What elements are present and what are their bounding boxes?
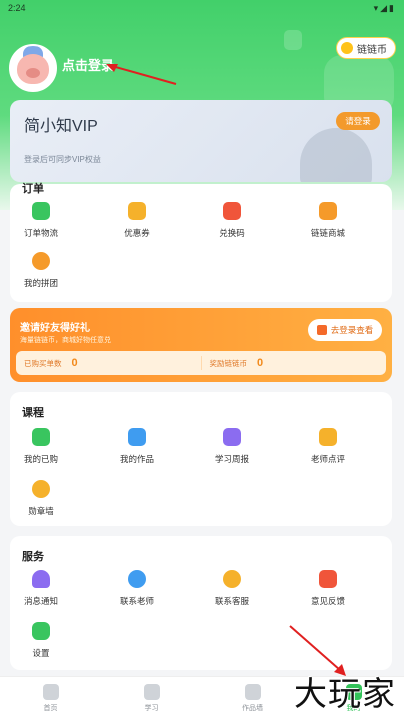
- weekly-report-icon: [223, 428, 241, 446]
- feedback-label: 意见反馈: [310, 596, 345, 606]
- order-logistics-button[interactable]: 订单物流: [6, 202, 76, 239]
- coupon-icon: [128, 202, 146, 220]
- coins-label: 链链币: [357, 44, 387, 56]
- avatar[interactable]: [9, 44, 57, 92]
- customer-service-button[interactable]: 联系客服: [197, 570, 267, 607]
- settings-icon: [32, 622, 50, 640]
- weekly-report-button[interactable]: 学习周报: [197, 428, 267, 465]
- redeem-code-label: 兑换码: [219, 228, 245, 238]
- feedback-button[interactable]: 意见反馈: [293, 570, 363, 607]
- redeem-code-icon: [223, 202, 241, 220]
- tab-gallery-label: 作品墙: [242, 705, 263, 712]
- medal-wall-button[interactable]: 勋章墙: [6, 480, 76, 517]
- gift-icon: [316, 325, 327, 335]
- customer-service-icon: [223, 570, 241, 588]
- study-icon: [143, 684, 160, 700]
- orders-section: 订单 订单物流 优惠券 兑换码 链链商城 我的拼团: [10, 183, 392, 302]
- tab-home[interactable]: 首页: [0, 677, 101, 721]
- watermark: 大玩家: [294, 674, 396, 713]
- status-bar: 2:24 ▾◢▮: [0, 0, 404, 18]
- coin-icon: [341, 42, 353, 54]
- mall-button[interactable]: 链链商城: [293, 202, 363, 239]
- purchased-book-icon: [32, 428, 50, 446]
- redeem-code-button[interactable]: 兑换码: [197, 202, 267, 239]
- orders-title: 订单: [22, 183, 44, 195]
- services-title: 服务: [22, 551, 44, 563]
- tab-home-label: 首页: [43, 705, 58, 712]
- tab-gallery[interactable]: 作品墙: [202, 677, 303, 721]
- group-buy-icon: [32, 252, 50, 270]
- invite-login-button[interactable]: 去登录查看: [308, 319, 382, 341]
- artwork-icon: [128, 428, 146, 446]
- status-icons: ▾◢▮: [373, 3, 396, 13]
- purchased-label: 我的已购: [23, 454, 58, 464]
- teacher-review-label: 老师点评: [310, 454, 345, 464]
- courses-title: 课程: [22, 407, 44, 419]
- group-buy-label: 我的拼团: [23, 278, 58, 288]
- bell-icon: [32, 570, 50, 588]
- medal-icon: [32, 480, 50, 498]
- status-time: 2:24: [8, 3, 26, 13]
- invite-title: 邀请好友得好礼: [20, 323, 90, 334]
- purchases-label: 已购买单数: [24, 358, 62, 368]
- annotation-arrow: [106, 64, 177, 85]
- gallery-icon: [244, 684, 261, 700]
- vip-title: 简小知VIP: [24, 118, 98, 135]
- vip-trophy-icon: [300, 128, 372, 182]
- my-works-button[interactable]: 我的作品: [102, 428, 172, 465]
- courses-section: 课程 我的已购 我的作品 学习周报 老师点评 勋章墙: [10, 392, 392, 526]
- order-logistics-label: 订单物流: [23, 228, 58, 238]
- tab-study[interactable]: 学习: [101, 677, 202, 721]
- avatar-snout: [26, 68, 40, 78]
- purchases-stat: 已购买单数 0: [16, 351, 201, 375]
- home-icon: [42, 684, 59, 700]
- invite-stats: 已购买单数 0 奖励链链币 0: [16, 351, 386, 375]
- teacher-review-button[interactable]: 老师点评: [293, 428, 363, 465]
- settings-label: 设置: [32, 648, 50, 658]
- invite-subtitle: 海量链链币，商城好物任意兑: [20, 337, 111, 344]
- tab-study-label: 学习: [144, 705, 159, 712]
- feedback-icon: [319, 570, 337, 588]
- mall-icon: [319, 202, 337, 220]
- notifications-label: 消息通知: [23, 596, 58, 606]
- notifications-button[interactable]: 消息通知: [6, 570, 76, 607]
- settings-button[interactable]: 设置: [6, 622, 76, 659]
- mall-label: 链链商城: [310, 228, 345, 238]
- teacher-icon: [128, 570, 146, 588]
- vip-subtitle: 登录后可同步VIP权益: [24, 155, 101, 164]
- contact-teacher-button[interactable]: 联系老师: [102, 570, 172, 607]
- vip-login-button[interactable]: 请登录: [336, 112, 380, 130]
- customer-service-label: 联系客服: [214, 596, 249, 606]
- teacher-review-icon: [319, 428, 337, 446]
- invite-banner[interactable]: 邀请好友得好礼 海量链链币，商城好物任意兑 去登录查看 已购买单数 0 奖励链链…: [10, 308, 392, 382]
- decor-shape: [284, 30, 302, 50]
- invite-login-label: 去登录查看: [330, 325, 374, 335]
- medal-wall-label: 勋章墙: [28, 506, 54, 516]
- reward-stat: 奖励链链币 0: [202, 351, 387, 375]
- purchased-button[interactable]: 我的已购: [6, 428, 76, 465]
- order-logistics-icon: [32, 202, 50, 220]
- weekly-report-label: 学习周报: [214, 454, 249, 464]
- coupon-button[interactable]: 优惠券: [102, 202, 172, 239]
- reward-value: 0: [257, 357, 264, 369]
- reward-label: 奖励链链币: [209, 358, 248, 368]
- purchases-value: 0: [71, 357, 78, 369]
- my-works-label: 我的作品: [119, 454, 154, 464]
- group-buy-button[interactable]: 我的拼团: [6, 252, 76, 289]
- coins-button[interactable]: 链链币: [336, 37, 396, 59]
- contact-teacher-label: 联系老师: [119, 596, 154, 606]
- coupon-label: 优惠券: [124, 228, 150, 238]
- vip-card[interactable]: 简小知VIP 登录后可同步VIP权益 请登录: [10, 100, 392, 182]
